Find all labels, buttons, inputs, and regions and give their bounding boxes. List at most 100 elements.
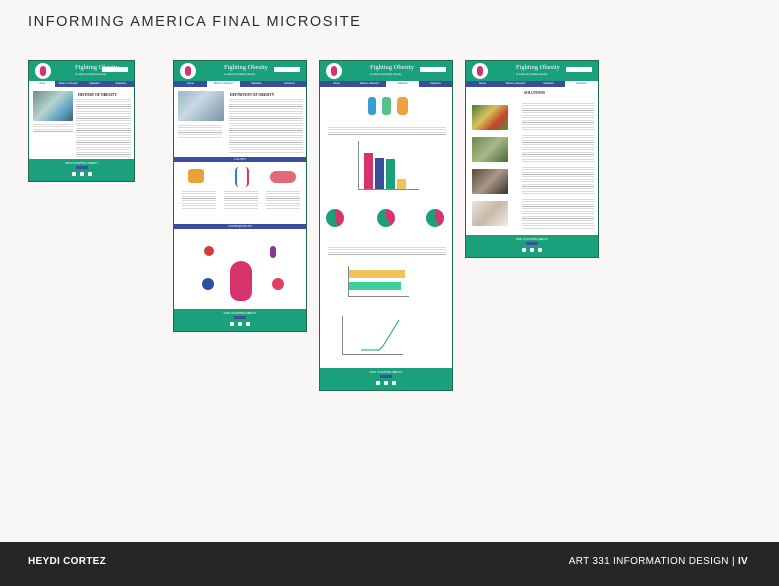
twitter-icon[interactable] — [530, 248, 534, 252]
footer-link[interactable]: WHAT IS FIGHTING OBESITY — [29, 162, 134, 165]
nav-home[interactable]: Home — [320, 81, 353, 87]
site-header: Fighting Obesity to adopt and defeat obe… — [29, 61, 134, 81]
site-name: Fighting Obesity — [370, 64, 414, 71]
healthy-food-photo — [472, 105, 508, 130]
microsite-page-what-is-obesity: Fighting Obesity to adopt and defeat obe… — [173, 60, 307, 332]
nav-home[interactable]: Home — [174, 81, 207, 87]
site-nav: Home What is Obesity? Statistics Solutio… — [320, 81, 452, 87]
twitter-icon[interactable] — [79, 172, 84, 176]
consequences-band: CONSEQUENCES — [174, 224, 306, 229]
body-figures-icon — [368, 97, 408, 115]
nav-home[interactable]: Home — [466, 81, 499, 87]
sleeping-person-icon — [270, 171, 296, 183]
heart-icon — [204, 246, 214, 256]
social-icons — [522, 248, 542, 252]
presentation-footer: HEYDI CORTEZ ART 331 INFORMATION DESIGN … — [0, 542, 779, 586]
nav-statistics[interactable]: Statistics — [532, 81, 565, 87]
facebook-icon[interactable] — [71, 172, 76, 176]
logo-icon — [326, 63, 342, 79]
footer-button[interactable] — [75, 166, 88, 169]
caption-text — [178, 125, 222, 139]
site-name: Fighting Obesity — [516, 64, 560, 71]
footer-link[interactable]: WHAT IS FIGHTING OBESITY — [466, 238, 598, 241]
facebook-icon[interactable] — [522, 248, 526, 252]
donut-chart-3 — [426, 209, 444, 227]
instagram-icon[interactable] — [87, 172, 92, 176]
sleeping-photo — [472, 169, 508, 194]
footer-link[interactable]: WHAT IS FIGHTING OBESITY — [174, 312, 306, 315]
course-name: ART 331 INFORMATION DESIGN — [568, 556, 729, 567]
social-icons — [71, 172, 92, 176]
logo-icon — [180, 63, 196, 79]
instagram-icon[interactable] — [392, 381, 396, 385]
twitter-icon[interactable] — [384, 381, 388, 385]
site-header: Fighting Obesity to adopt and defeat obe… — [466, 61, 598, 81]
microsite-page-statistics: Fighting Obesity to adopt and defeat obe… — [319, 60, 453, 391]
stats-text-2 — [328, 247, 446, 255]
nav-what-is-obesity[interactable]: What is Obesity? — [207, 81, 240, 87]
logo-icon — [472, 63, 488, 79]
nav-home[interactable]: Home — [29, 81, 56, 87]
facebook-icon[interactable] — [230, 322, 234, 326]
obese-figure-icon — [230, 261, 252, 301]
social-icons — [376, 381, 396, 385]
site-tagline: to adopt and defeat obesity — [370, 73, 402, 76]
search-input[interactable] — [274, 67, 300, 72]
twitter-icon[interactable] — [238, 322, 242, 326]
instagram-icon[interactable] — [538, 248, 542, 252]
site-tagline: to adopt and defeat obesity — [224, 73, 256, 76]
search-input[interactable] — [420, 67, 446, 72]
nav-statistics[interactable]: Statistics — [240, 81, 273, 87]
site-tagline: to adopt and defeat obesity — [516, 73, 548, 76]
instagram-icon[interactable] — [246, 322, 250, 326]
nav-solutions[interactable]: Solutions — [419, 81, 452, 87]
causes-band: CAUSES — [174, 157, 306, 162]
site-name: Fighting Obesity — [224, 64, 268, 71]
donut-chart-1 — [326, 209, 344, 227]
belly-photo — [178, 91, 224, 121]
search-input[interactable] — [102, 67, 128, 72]
body-text — [229, 99, 303, 153]
site-footer: WHAT IS FIGHTING OBESITY — [174, 309, 306, 331]
body-text — [76, 99, 131, 157]
nav-solutions[interactable]: Solutions — [273, 81, 306, 87]
footer-button[interactable] — [380, 375, 392, 378]
site-tagline: to adopt and defeat obesity — [75, 73, 107, 76]
nav-solutions[interactable]: Solutions — [108, 81, 134, 87]
section-heading: HISTORY OF OBESITY — [78, 93, 117, 97]
site-nav: Home What is Obesity? Statistics Solutio… — [174, 81, 306, 87]
dna-icon — [235, 167, 249, 187]
ribbon-icon — [270, 246, 276, 258]
footer-button[interactable] — [526, 242, 538, 245]
site-header: Fighting Obesity to adopt and defeat obe… — [320, 61, 452, 81]
cause-text-1 — [182, 191, 216, 209]
facebook-icon[interactable] — [376, 381, 380, 385]
solution-text-1 — [522, 103, 594, 131]
cause-text-3 — [266, 191, 300, 209]
microsite-page-home: Fighting Obesity to adopt and defeat obe… — [28, 60, 135, 182]
walking-photo — [472, 137, 508, 162]
site-footer: WHAT IS FIGHTING OBESITY — [320, 368, 452, 390]
site-footer: WHAT IS FIGHTING OBESITY — [29, 159, 134, 181]
page-number: IV — [737, 556, 748, 567]
social-icons — [230, 322, 250, 326]
nav-what-is-obesity[interactable]: What is Obesity? — [499, 81, 532, 87]
footer-link[interactable]: WHAT IS FIGHTING OBESITY — [320, 371, 452, 374]
donut-chart-2 — [377, 209, 395, 227]
nav-what-is-obesity[interactable]: What is Obesity? — [353, 81, 386, 87]
search-input[interactable] — [566, 67, 592, 72]
cause-text-2 — [224, 191, 258, 209]
nav-statistics[interactable]: Statistics — [386, 81, 419, 87]
horizontal-bar-chart — [348, 266, 409, 297]
nav-what-is-obesity[interactable]: What is Obesity? — [55, 81, 81, 87]
page-title: INFORMING AMERICA FINAL MICROSITE — [28, 14, 362, 30]
nav-solutions[interactable]: Solutions — [565, 81, 598, 87]
footer-button[interactable] — [234, 316, 246, 319]
tape-measure-photo — [33, 91, 73, 121]
nav-statistics[interactable]: Statistics — [82, 81, 108, 87]
course-label: ART 331 INFORMATION DESIGN | IV — [569, 556, 748, 567]
site-header: Fighting Obesity to adopt and defeat obe… — [174, 61, 306, 81]
solution-text-2 — [522, 135, 594, 163]
stress-photo — [472, 201, 508, 226]
site-footer: WHAT IS FIGHTING OBESITY — [466, 235, 598, 257]
